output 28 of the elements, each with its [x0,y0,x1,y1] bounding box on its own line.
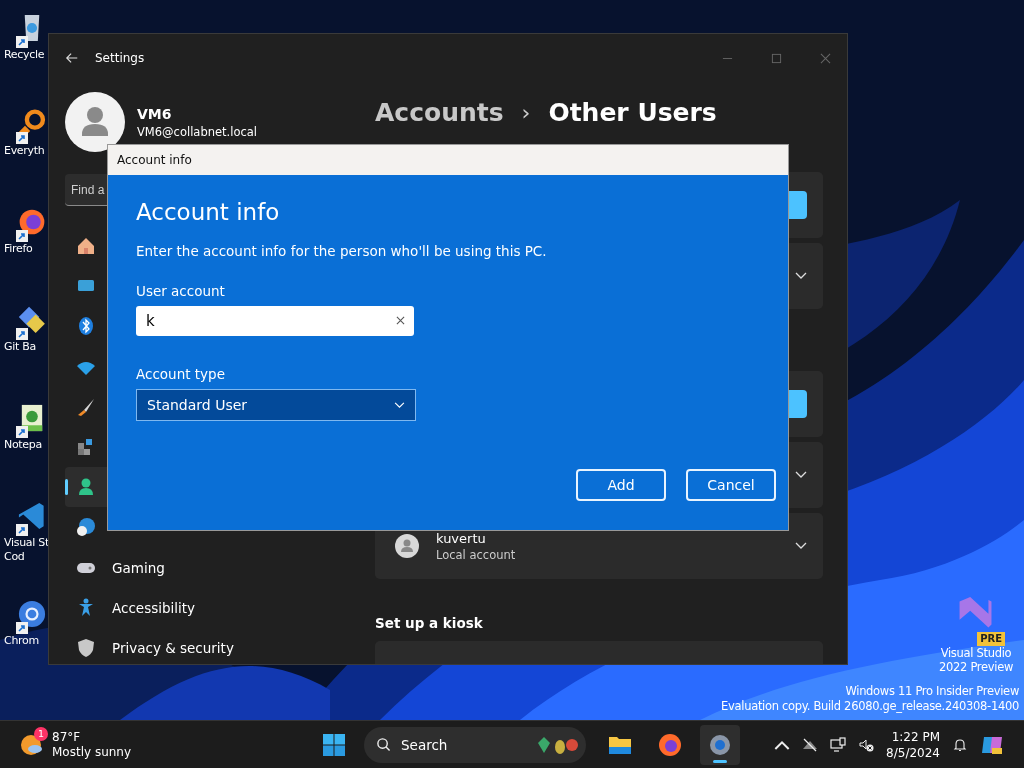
profile-email: VM6@collabnet.local [137,124,258,139]
page-title: Other Users [548,97,717,127]
dialog-description: Enter the account info for the person who'll be using this PC. [136,243,547,259]
notification-badge: 1 [34,726,48,741]
icon-label: Firefo [4,242,33,256]
preview-badge: PRE [977,632,1005,646]
icon-label: Recycle [4,48,45,62]
icon-label: Notepa [4,438,42,452]
icon-label: Chrom [4,634,39,648]
edition-text: Windows 11 Pro Insider Preview [845,684,1019,699]
breadcrumb-separator: › [521,99,531,125]
profile-name: VM6 [137,105,173,122]
field-label: User account [136,283,225,299]
window-title: Settings [95,51,145,65]
icon-label: Everyth [4,144,45,158]
edition-text: Evaluation copy. Build 26080.ge_release.240308-1400 [721,699,1019,714]
section-heading: Set up a kiosk [375,615,484,631]
icon-label: 2022 Preview [938,660,1014,674]
icon-label: Git Ba [4,340,36,354]
dialog-heading: Account info [136,199,280,225]
weather-condition: Mostly sunny [52,744,132,760]
icon-label: Cod [4,550,25,564]
icon-label: Visual Studio [940,646,1012,660]
field-label: Account type [136,366,225,382]
user-name: kuvertu [436,530,487,546]
account-type-text: Local account [436,547,516,562]
temperature: 87°F [52,729,82,745]
dialog-title: Account info [117,153,192,167]
